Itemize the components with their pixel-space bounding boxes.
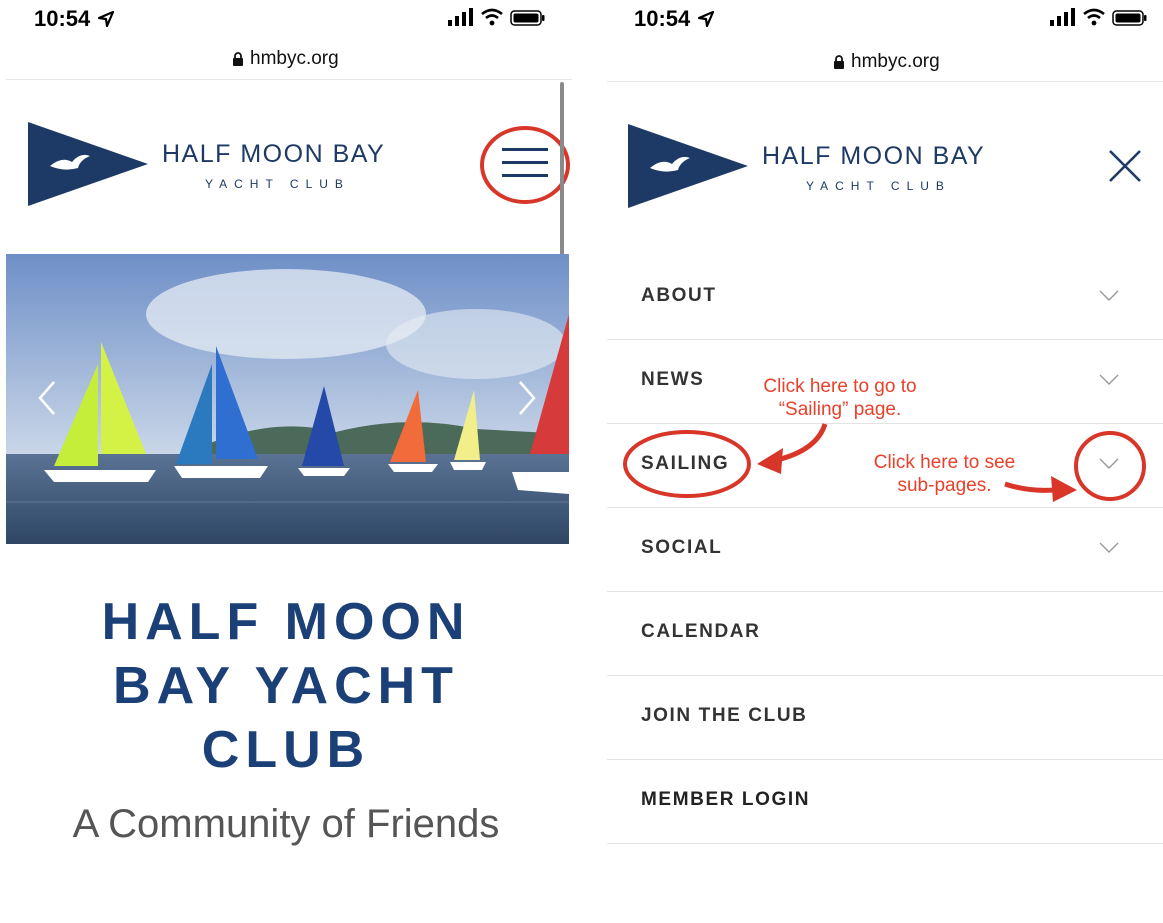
menu-label: SOCIAL	[641, 537, 723, 558]
club-burgee-logo[interactable]	[28, 122, 148, 211]
annotation-circle-hamburger	[478, 124, 572, 211]
annotation-circle-sailing	[621, 428, 753, 505]
wifi-icon	[1082, 8, 1106, 31]
brand-subtitle: YACHT CLUB	[806, 179, 951, 193]
menu-item-about[interactable]: ABOUT	[607, 255, 1163, 340]
address-bar-url[interactable]: hmbyc.org	[851, 51, 940, 73]
brand-title: HALF MOON BAY	[162, 140, 386, 168]
status-time: 10:54	[34, 6, 91, 31]
lock-icon	[833, 55, 845, 74]
lock-icon	[232, 52, 244, 71]
annotation-sailing-page: Click here to go to “Sailing” page.	[763, 376, 917, 420]
menu-item-calendar[interactable]: CALENDAR	[607, 591, 1163, 676]
hero-tagline: A Community of Friends	[72, 802, 500, 846]
menu-label: NEWS	[641, 369, 705, 390]
menu-item-member-login[interactable]: MEMBER LOGIN	[607, 759, 1163, 844]
chevron-down-icon[interactable]	[1099, 541, 1119, 559]
chevron-down-icon[interactable]	[1099, 373, 1119, 391]
location-arrow-icon	[696, 9, 716, 34]
battery-icon	[1112, 10, 1148, 31]
annotation-circle-chevron	[1073, 430, 1147, 507]
signal-icon	[1050, 8, 1076, 31]
status-time: 10:54	[634, 6, 691, 31]
hero-title-line-2: BAY YACHT	[113, 657, 459, 715]
menu-label: MEMBER LOGIN	[641, 789, 811, 810]
brand-title: HALF MOON BAY	[762, 142, 986, 170]
signal-icon	[448, 8, 474, 31]
header-divider	[6, 79, 572, 80]
annotation-arrow-chevron	[1001, 470, 1081, 511]
menu-item-join-the-club[interactable]: JOIN THE CLUB	[607, 675, 1163, 760]
brand-subtitle: YACHT CLUB	[205, 177, 350, 191]
carousel-prev-chevron-icon[interactable]	[36, 380, 58, 421]
close-icon[interactable]	[1107, 148, 1143, 189]
hero-title-line-3: CLUB	[201, 721, 371, 779]
left-screen: 10:54 hmbyc.org HALF MOON BAY YACHT CLUB	[0, 0, 572, 923]
header-divider	[607, 81, 1163, 82]
wifi-icon	[480, 8, 504, 31]
menu-label: ABOUT	[641, 285, 717, 306]
menu-label: CALENDAR	[641, 621, 761, 642]
club-burgee-logo[interactable]	[628, 124, 748, 213]
right-screen: 10:54 hmbyc.org HALF MOON BAY YACHT CLUB…	[607, 0, 1163, 923]
chevron-down-icon[interactable]	[1099, 289, 1119, 307]
battery-icon	[510, 10, 546, 31]
location-arrow-icon	[96, 9, 116, 34]
menu-label: JOIN THE CLUB	[641, 705, 808, 726]
annotation-arrow-sailing	[753, 420, 833, 485]
hero-sailboat-image	[6, 254, 569, 544]
hero-title-line-1: HALF MOON	[101, 593, 471, 651]
carousel-next-chevron-icon[interactable]	[516, 380, 538, 421]
address-bar-url[interactable]: hmbyc.org	[250, 48, 339, 70]
menu-item-social[interactable]: SOCIAL	[607, 507, 1163, 592]
